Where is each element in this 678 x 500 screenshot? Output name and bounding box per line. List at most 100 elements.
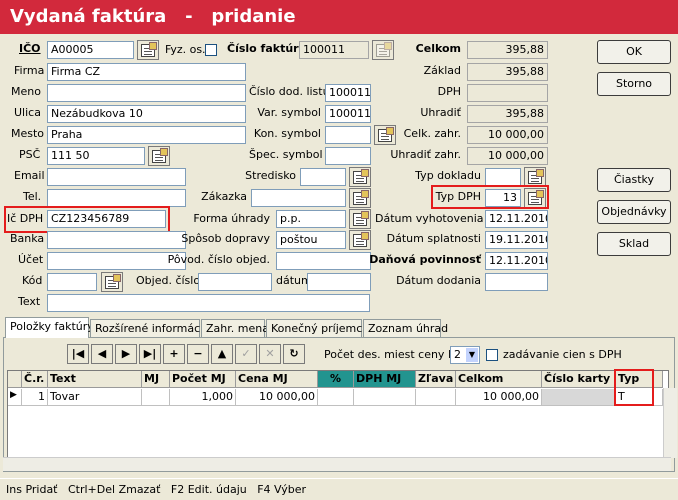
lookup-icon	[353, 189, 369, 205]
psc-input[interactable]: 111 50	[47, 147, 145, 165]
datum-dodania-input[interactable]	[485, 273, 548, 291]
meno-input[interactable]	[47, 84, 246, 102]
ok-button[interactable]: OK	[597, 40, 671, 64]
forma-uhrady-input[interactable]: p.p.	[276, 210, 346, 228]
nav-next-button[interactable]: ▶	[115, 344, 137, 364]
grid-header-pocet-mj[interactable]: Počet MJ	[170, 371, 236, 388]
grid-cell-celkom[interactable]: 10 000,00	[456, 389, 542, 406]
grid-header-cr[interactable]: Č.r.	[22, 371, 48, 388]
lookup-icon	[152, 147, 168, 163]
grid-cell-cena-mj[interactable]: 10 000,00	[236, 389, 318, 406]
grid-cell-percent[interactable]	[318, 389, 354, 406]
cislo-dod-listu-input[interactable]: 100011	[325, 84, 371, 102]
grid-header-percent[interactable]: %	[318, 371, 354, 388]
typ-column-highlight	[614, 369, 654, 406]
grid-cell-cr[interactable]: 1	[22, 389, 48, 406]
ulica-input[interactable]: Nezábudkova 10	[47, 105, 246, 123]
nav-last-button[interactable]: ▶|	[139, 344, 161, 364]
nav-cancel-button[interactable]: ✕	[259, 344, 281, 364]
grid-horizontal-scrollbar[interactable]	[3, 457, 671, 471]
var-symbol-input[interactable]: 100011	[325, 105, 371, 123]
tab-zoznam-uhrad[interactable]: Zoznam úhrad	[363, 319, 448, 337]
email-input[interactable]	[47, 168, 186, 186]
firma-input[interactable]: Firma CZ	[47, 63, 246, 81]
mesto-input[interactable]: Praha	[47, 126, 246, 144]
danova-povinnost-input[interactable]: 12.11.2010	[485, 252, 548, 270]
typ-dokladu-lookup-button[interactable]	[524, 167, 546, 187]
grid-header-mj[interactable]: MJ	[142, 371, 170, 388]
tab-rozsirene-informacie[interactable]: Rozšírené informácie	[90, 319, 210, 337]
tab-konecny-prijemca[interactable]: Konečný príjemca	[266, 319, 369, 337]
uhradit-zahr-label: Uhradiť zahr.	[390, 148, 461, 161]
kod-input[interactable]	[47, 273, 97, 291]
grid-cell-cislo-karty[interactable]	[542, 389, 616, 406]
spec-symbol-label: Špec. symbol	[249, 148, 323, 161]
nav-post-button[interactable]: ✓	[235, 344, 257, 364]
povod-cislo-objed-input[interactable]	[276, 252, 371, 270]
datum-splatnosti-input[interactable]: 19.11.2010	[485, 231, 548, 249]
dph-prices-checkbox[interactable]	[486, 349, 498, 361]
objednavky-button[interactable]: Objednávky	[597, 200, 671, 224]
objed-cislo-input[interactable]	[198, 273, 272, 291]
tab-zahr-mena[interactable]: Zahr. mena	[201, 319, 269, 337]
sposob-dopravy-input[interactable]: poštou	[276, 231, 346, 249]
decimals-select[interactable]: 2 ▼	[450, 346, 480, 364]
row-indicator-icon: ▶	[8, 389, 22, 406]
nav-prior-button[interactable]: ◀	[91, 344, 113, 364]
mesto-label: Mesto	[11, 127, 45, 140]
grid-header-celkom[interactable]: Celkom	[456, 371, 542, 388]
stredisko-lookup-button[interactable]	[349, 167, 371, 187]
grid-cell-zlava[interactable]	[416, 389, 456, 406]
tab-polozky-faktury[interactable]: Položky faktúry	[5, 317, 94, 338]
grid-header-text[interactable]: Text	[48, 371, 142, 388]
nav-delete-button[interactable]: −	[187, 344, 209, 364]
spec-symbol-input[interactable]	[325, 147, 371, 165]
kon-symbol-input[interactable]	[325, 126, 371, 144]
kod-lookup-button[interactable]	[101, 272, 123, 292]
uhradit-label: Uhradiť	[420, 106, 461, 119]
cislo-faktury-input[interactable]: 100011	[299, 41, 369, 59]
zakazka-input[interactable]	[251, 189, 346, 207]
datum-splatnosti-label: Dátum splatnosti	[386, 232, 481, 245]
celk-zahr-value: 10 000,00	[467, 126, 548, 144]
grid-cell-pocet-mj[interactable]: 1,000	[170, 389, 236, 406]
nav-edit-button[interactable]: ▲	[211, 344, 233, 364]
datum-vyhotovenia-input[interactable]: 12.11.2010	[485, 210, 548, 228]
items-grid[interactable]: Č.r. Text MJ Počet MJ Cena MJ % DPH MJ Z…	[7, 370, 677, 458]
grid-cell-text[interactable]: Tovar	[48, 389, 142, 406]
typ-dokladu-input[interactable]	[485, 168, 521, 186]
nav-insert-button[interactable]: +	[163, 344, 185, 364]
psc-lookup-button[interactable]	[148, 146, 170, 166]
grid-header-cislo-karty[interactable]: Číslo karty	[542, 371, 616, 388]
tel-label: Tel.	[23, 190, 42, 203]
zakazka-lookup-button[interactable]	[349, 188, 371, 208]
nav-refresh-button[interactable]: ↻	[283, 344, 305, 364]
ico-lookup-button[interactable]	[137, 40, 159, 60]
text-label: Text	[18, 295, 41, 308]
nav-first-button[interactable]: |◀	[67, 344, 89, 364]
ico-input[interactable]: A00005	[47, 41, 134, 59]
lookup-icon	[528, 168, 544, 184]
datum-input[interactable]	[307, 273, 371, 291]
grid-cell-dph-mj[interactable]	[354, 389, 416, 406]
sklad-button[interactable]: Sklad	[597, 232, 671, 256]
grid-cell-mj[interactable]	[142, 389, 170, 406]
lookup-icon	[353, 231, 369, 247]
grid-header-cena-mj[interactable]: Cena MJ	[236, 371, 318, 388]
grid-vertical-scrollbar[interactable]	[663, 388, 677, 458]
grid-header-dph-mj[interactable]: DPH MJ	[354, 371, 416, 388]
sposob-dopravy-lookup-button[interactable]	[349, 230, 371, 250]
banka-input[interactable]	[47, 231, 186, 249]
grid-indicator-header	[8, 371, 22, 388]
stredisko-input[interactable]	[300, 168, 346, 186]
fyz-os-checkbox[interactable]	[205, 44, 217, 56]
grid-header-zlava[interactable]: Zľava	[416, 371, 456, 388]
text-input[interactable]	[47, 294, 370, 312]
datum-dodania-label: Dátum dodania	[396, 274, 481, 287]
cislo-dod-listu-label: Číslo dod. listu	[249, 85, 330, 98]
tel-input[interactable]	[47, 189, 186, 207]
ciastky-button[interactable]: Čiastky	[597, 168, 671, 192]
storno-button[interactable]: Storno	[597, 72, 671, 96]
forma-uhrady-lookup-button[interactable]	[349, 209, 371, 229]
celkom-label: Celkom	[415, 42, 461, 55]
